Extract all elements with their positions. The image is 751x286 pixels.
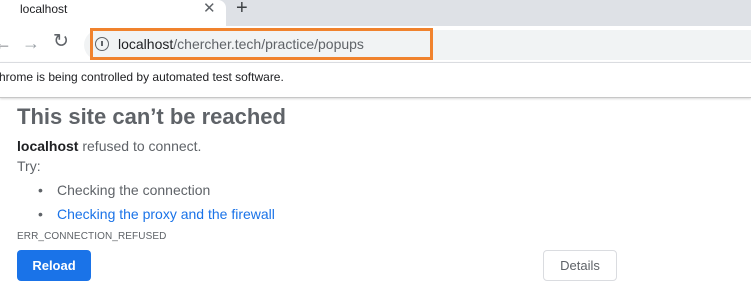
error-code: ERR_CONNECTION_REFUSED [17, 231, 167, 242]
suggestion-item[interactable]: • Checking the proxy and the firewall [38, 206, 275, 222]
page-title: This site can’t be reached [17, 104, 286, 129]
automation-infobar: hrome is being controlled by automated t… [0, 62, 751, 98]
error-message: localhost refused to connect. [17, 138, 201, 154]
toolbar: ← → ↻ localhost/chercher.tech/practice/p… [0, 26, 751, 62]
forward-arrow-icon[interactable]: → [22, 33, 40, 53]
close-icon[interactable]: ✕ [203, 0, 216, 18]
tab-title: localhost [20, 2, 68, 16]
tab-strip: localhost ✕ + [0, 0, 751, 26]
url-highlight-box [90, 28, 433, 60]
reload-icon[interactable]: ↻ [53, 31, 69, 53]
suggestion-text: Checking the connection [57, 182, 211, 198]
error-message-text: refused to connect. [78, 138, 202, 154]
reload-button[interactable]: Reload [17, 250, 91, 281]
active-tab[interactable]: localhost ✕ [0, 0, 226, 26]
new-tab-icon[interactable]: + [236, 0, 248, 19]
bullet: • [38, 206, 43, 222]
suggestion-item: • Checking the connection [38, 182, 210, 198]
infobar-text: hrome is being controlled by automated t… [0, 70, 284, 84]
suggestion-link[interactable]: Checking the proxy and the firewall [57, 206, 275, 222]
try-label: Try: [17, 158, 41, 174]
error-host: localhost [17, 138, 79, 154]
details-button[interactable]: Details [543, 250, 617, 281]
back-arrow-icon[interactable]: ← [0, 33, 12, 53]
bullet: • [38, 182, 43, 198]
